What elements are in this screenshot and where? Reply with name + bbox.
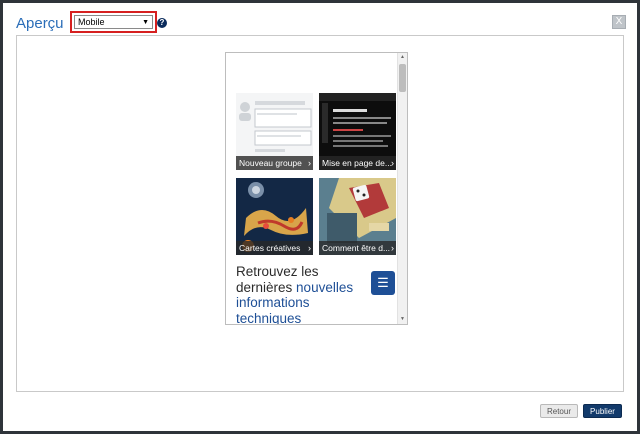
tile-caption: Nouveau groupe [236, 156, 313, 170]
chevron-right-icon: › [391, 158, 394, 168]
help-icon[interactable]: ? [157, 18, 167, 28]
publish-button[interactable]: Publier [583, 404, 622, 418]
headline-text: dernières [236, 279, 297, 295]
mobile-preview-content: Nouveau groupe › Mise en page de... › Ca… [226, 53, 398, 324]
dropdown-arrow-icon: ▼ [142, 18, 149, 26]
headline-line: Retrouvez les [236, 264, 319, 279]
close-icon[interactable]: X [612, 15, 626, 29]
tile-how-to[interactable]: Comment être d... › [319, 178, 396, 255]
headline-line: informations [236, 295, 310, 310]
chevron-right-icon: › [308, 158, 311, 168]
preview-dialog: Aperçu Mobile ▼ ? X Nouveau groupe › Mis… [3, 3, 637, 431]
headline-line: dernières nouvelles [236, 280, 386, 296]
preview-frame: Nouveau groupe › Mise en page de... › Ca… [16, 35, 624, 392]
scroll-down-icon[interactable]: ▼ [398, 315, 407, 324]
headline-text-highlight: nouvelles [296, 279, 354, 295]
back-button[interactable]: Retour [540, 404, 578, 418]
chevron-right-icon: › [391, 243, 394, 253]
preview-scrollbar[interactable]: ▲ ▼ [397, 53, 407, 324]
headline-line: techniques [236, 310, 302, 325]
scroll-up-icon[interactable]: ▲ [398, 53, 407, 62]
list-menu-icon[interactable]: ☰ [371, 271, 395, 295]
tile-layout[interactable]: Mise en page de... › [319, 93, 396, 170]
news-headline[interactable]: Retrouvez les dernières nouvelles inform… [236, 264, 386, 324]
mobile-preview[interactable]: Nouveau groupe › Mise en page de... › Ca… [225, 52, 408, 325]
dialog-title: Aperçu [16, 15, 64, 32]
chevron-right-icon: › [308, 243, 311, 253]
tile-new-group[interactable]: Nouveau groupe › [236, 93, 313, 170]
device-select-value: Mobile [78, 17, 105, 27]
tile-caption: Mise en page de... [319, 156, 396, 170]
device-select-highlight: Mobile ▼ [70, 11, 157, 33]
tile-creative-maps[interactable]: Cartes créatives › [236, 178, 313, 255]
scrollbar-thumb[interactable] [399, 64, 406, 92]
device-select[interactable]: Mobile ▼ [74, 15, 153, 29]
tile-caption: Comment être d... [319, 241, 396, 255]
tile-caption: Cartes créatives [236, 241, 313, 255]
